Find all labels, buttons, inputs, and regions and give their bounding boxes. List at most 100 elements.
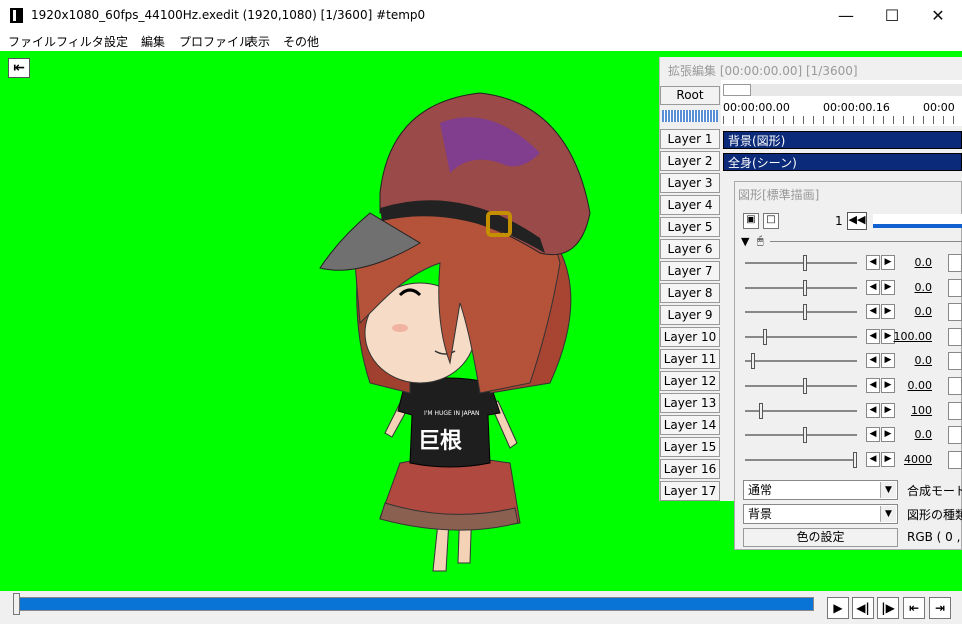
- slider-value[interactable]: 100.00: [880, 330, 933, 343]
- layer-button[interactable]: Layer 17: [660, 481, 720, 501]
- clip-scene[interactable]: 全身(シーン): [723, 153, 962, 171]
- rgb-readout: RGB ( 0 , 2: [907, 530, 962, 544]
- layer-button[interactable]: Layer 15: [660, 437, 720, 457]
- menu-view[interactable]: 表示: [246, 33, 270, 50]
- slider-thumb[interactable]: [853, 451, 857, 468]
- app-icon: [10, 8, 23, 23]
- shape-type-value: 背景: [748, 507, 773, 521]
- slider-value[interactable]: 0.0: [880, 354, 933, 367]
- slider-track[interactable]: [745, 286, 857, 289]
- ruler-scrollbar[interactable]: [723, 84, 962, 96]
- layer-button[interactable]: Layer 5: [660, 217, 720, 237]
- layer-button[interactable]: Layer 7: [660, 261, 720, 281]
- decrement-arrow-icon[interactable]: ◀: [866, 279, 880, 295]
- menu-edit[interactable]: 編集: [141, 33, 165, 50]
- parameter-button[interactable]: [948, 352, 962, 371]
- slider-thumb[interactable]: [759, 402, 763, 419]
- slider-value[interactable]: 0.0: [880, 281, 933, 294]
- layer-button[interactable]: Layer 11: [660, 349, 720, 369]
- decrement-arrow-icon[interactable]: ◀: [866, 328, 880, 344]
- decrement-arrow-icon[interactable]: ◀: [866, 427, 880, 443]
- expand-arrow-icon[interactable]: ▼: [741, 235, 749, 248]
- seek-handle[interactable]: [13, 593, 20, 615]
- dropdown-arrow-icon[interactable]: ▼: [880, 482, 896, 498]
- menu-profile[interactable]: プロファイル: [179, 33, 251, 50]
- slider-track[interactable]: [745, 458, 857, 461]
- layer-button[interactable]: Layer 8: [660, 283, 720, 303]
- layer-button[interactable]: Layer 2: [660, 151, 720, 171]
- slider-value[interactable]: 0.0: [880, 256, 933, 269]
- menu-other[interactable]: その他: [283, 33, 319, 50]
- layer-button[interactable]: Layer 16: [660, 459, 720, 479]
- object-seek-bar[interactable]: [873, 214, 962, 228]
- menu-file[interactable]: ファイル: [8, 33, 56, 50]
- camera-icon[interactable]: ▣: [743, 213, 759, 229]
- decrement-arrow-icon[interactable]: ◀: [866, 378, 880, 393]
- color-settings-button[interactable]: 色の設定: [743, 528, 898, 547]
- decrement-arrow-icon[interactable]: ◀: [866, 402, 880, 418]
- goto-start-icon[interactable]: ⇤: [903, 597, 925, 619]
- maximize-button[interactable]: ☐: [869, 0, 915, 31]
- slider-thumb[interactable]: [803, 378, 807, 394]
- layer-button[interactable]: Layer 1: [660, 129, 720, 149]
- slider-track[interactable]: [745, 335, 857, 338]
- layer-button[interactable]: Layer 13: [660, 393, 720, 413]
- shape-type-select[interactable]: 背景 ▼: [743, 504, 898, 524]
- decrement-arrow-icon[interactable]: ◀: [866, 353, 880, 369]
- slider-track[interactable]: [745, 262, 857, 264]
- slider-value[interactable]: 100: [880, 404, 932, 417]
- menu-settings[interactable]: 設定: [104, 33, 128, 50]
- layer-button[interactable]: Layer 4: [660, 195, 720, 215]
- layer-button[interactable]: Layer 3: [660, 173, 720, 193]
- play-icon[interactable]: ▶: [827, 597, 849, 619]
- prev-frame-icon[interactable]: ◀|: [852, 597, 874, 619]
- parameter-button[interactable]: [948, 327, 962, 346]
- parameter-button[interactable]: [948, 278, 962, 297]
- parameter-button[interactable]: [948, 450, 962, 469]
- parameter-button[interactable]: [948, 426, 962, 445]
- slider-track[interactable]: [745, 360, 857, 363]
- jump-to-start-icon[interactable]: ⇤: [8, 58, 30, 78]
- slider-thumb[interactable]: [803, 304, 807, 321]
- layer-button[interactable]: Layer 10: [660, 327, 720, 347]
- parameter-button[interactable]: [948, 401, 962, 420]
- next-frame-icon[interactable]: |▶: [877, 597, 899, 619]
- seek-bar[interactable]: [17, 597, 814, 611]
- layer-button[interactable]: Layer 12: [660, 371, 720, 391]
- blend-mode-select[interactable]: 通常 ▼: [743, 480, 898, 500]
- window-icon[interactable]: □: [763, 213, 779, 229]
- root-button[interactable]: Root: [660, 86, 720, 105]
- slider-value[interactable]: 0.00: [880, 379, 933, 392]
- parameter-button[interactable]: [948, 377, 962, 395]
- slider-thumb[interactable]: [803, 279, 807, 296]
- property-slider-row: ◀ ▶ 0.0: [745, 351, 962, 371]
- layer-button[interactable]: Layer 14: [660, 415, 720, 435]
- close-button[interactable]: ✕: [915, 0, 961, 31]
- menu-filter[interactable]: フィルタ: [56, 33, 104, 50]
- parameter-button[interactable]: [948, 254, 962, 272]
- slider-thumb[interactable]: [803, 427, 807, 444]
- decrement-arrow-icon[interactable]: ◀: [866, 451, 880, 467]
- dropdown-arrow-icon[interactable]: ▼: [880, 506, 896, 522]
- ruler-scroll-thumb[interactable]: [723, 84, 751, 96]
- layer-button[interactable]: Layer 9: [660, 305, 720, 325]
- parameter-button[interactable]: [948, 303, 962, 322]
- clip-background[interactable]: 背景(図形): [723, 131, 962, 149]
- slider-thumb[interactable]: [803, 255, 807, 271]
- slider-track[interactable]: [745, 311, 857, 314]
- layer-scroll[interactable]: [662, 110, 718, 122]
- slider-track[interactable]: [745, 434, 857, 437]
- minimize-button[interactable]: —: [823, 0, 869, 31]
- slider-value[interactable]: 0.0: [880, 305, 933, 318]
- rewind-icon[interactable]: ◀◀: [847, 212, 867, 230]
- decrement-arrow-icon[interactable]: ◀: [866, 255, 880, 270]
- decrement-arrow-icon[interactable]: ◀: [866, 304, 880, 320]
- ruler-ticks: [723, 116, 962, 124]
- slider-track[interactable]: [745, 385, 857, 387]
- layer-button[interactable]: Layer 6: [660, 239, 720, 259]
- slider-value[interactable]: 4000: [880, 453, 932, 466]
- slider-thumb[interactable]: [751, 353, 755, 370]
- slider-value[interactable]: 0.0: [880, 428, 933, 441]
- goto-end-icon[interactable]: ⇥: [929, 597, 951, 619]
- slider-thumb[interactable]: [763, 328, 767, 345]
